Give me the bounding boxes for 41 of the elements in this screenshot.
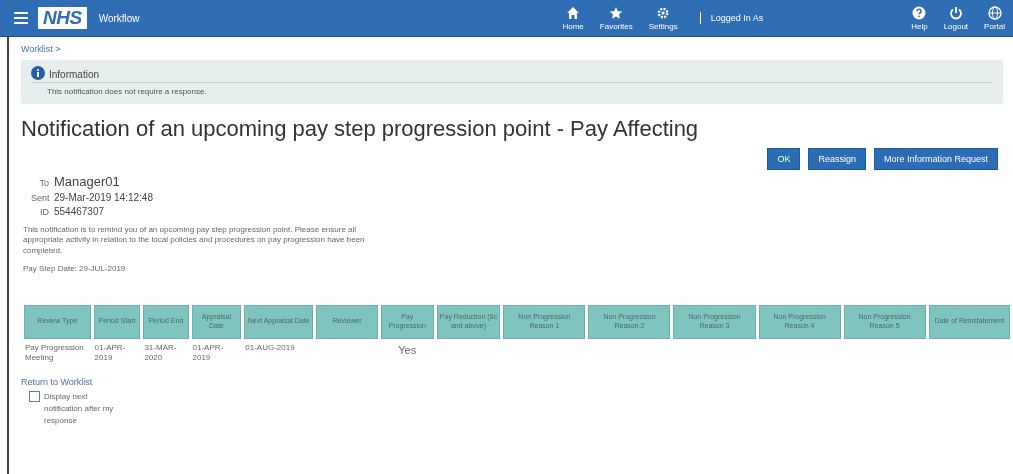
- table-cell: Yes: [398, 343, 417, 356]
- power-nav-button[interactable]: Logout: [943, 5, 969, 31]
- globe-icon: [987, 5, 1002, 20]
- help-icon: [912, 5, 927, 20]
- breadcrumb-link[interactable]: Worklist >: [21, 37, 1013, 60]
- notification-message: This notification is to remind you of an upcoming pay step progression point. Please ensure all appropriate activity in relation to the local policies and procedures on pay progression have been completed.: [23, 225, 366, 257]
- detail-value: 29-Mar-2019 14:12:48: [54, 192, 153, 203]
- info-icon: [31, 66, 45, 80]
- app-title: Workflow: [98, 12, 140, 24]
- power-icon: [948, 5, 963, 20]
- help-nav-button[interactable]: Help: [911, 5, 928, 31]
- star-nav-button[interactable]: Favorites: [599, 5, 633, 31]
- detail-label: To: [38, 178, 49, 188]
- return-link[interactable]: Return to Worklist: [21, 377, 1013, 388]
- nhs-logo: NHS: [38, 7, 87, 29]
- table-cell: 01-AUG-2019: [245, 342, 295, 352]
- detail-label: Sent: [31, 193, 49, 203]
- page-title: Notification of an upcoming pay step progression point - Pay Affecting: [21, 116, 700, 142]
- checkbox[interactable]: [29, 391, 40, 403]
- action-button[interactable]: More Information Request: [873, 148, 998, 170]
- menu-icon[interactable]: [14, 12, 28, 24]
- table-cell: 01-APR-2019: [192, 342, 224, 362]
- table-cell: Pay Progression Meeting: [25, 342, 84, 362]
- action-button[interactable]: OK: [767, 148, 801, 170]
- pay-step-date: Pay Step Date: 29-JUL-2019: [23, 264, 127, 275]
- info-title: Information: [49, 69, 100, 80]
- settings-icon: [656, 5, 671, 20]
- globe-nav-button[interactable]: Portal: [984, 5, 1005, 31]
- home-nav-button[interactable]: Home: [562, 5, 584, 31]
- table-cell: 31-MAR-2020: [144, 342, 177, 362]
- user-label: Logged In As: [710, 13, 764, 23]
- detail-value: 554467307: [54, 206, 105, 217]
- detail-value: Manager01: [54, 174, 120, 189]
- table-cell: 01-APR-2019: [94, 342, 126, 362]
- checkbox-label: Display next notification after my response: [44, 391, 115, 428]
- home-icon: [566, 5, 581, 20]
- action-button[interactable]: Reassign: [808, 148, 866, 170]
- star-icon: [609, 5, 624, 20]
- info-message: This notification does not require a response.: [47, 87, 208, 96]
- gear-nav-button[interactable]: Settings: [648, 5, 678, 31]
- detail-label: ID: [39, 207, 49, 217]
